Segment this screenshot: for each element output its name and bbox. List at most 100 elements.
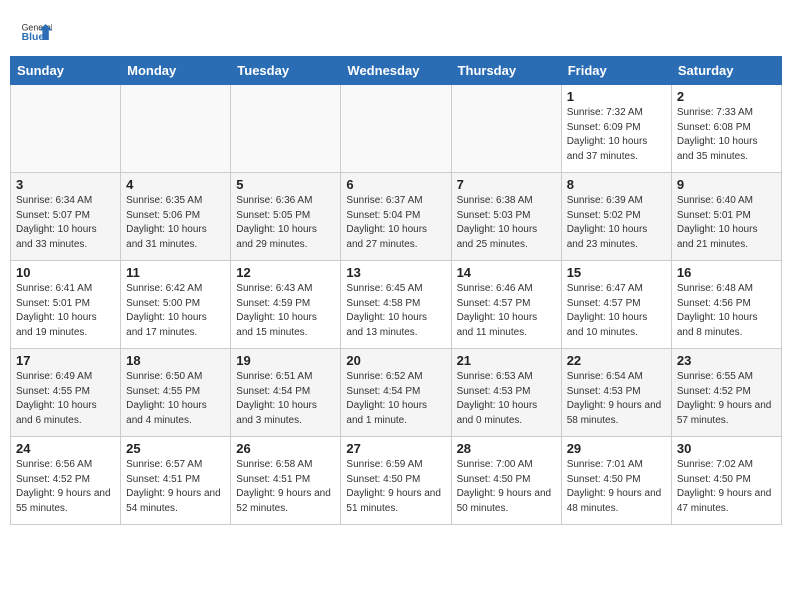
- day-number: 16: [677, 265, 776, 280]
- week-row-5: 24 Sunrise: 6:56 AM Sunset: 4:52 PM Dayli…: [11, 437, 782, 525]
- day-info: Sunrise: 6:35 AM Sunset: 5:06 PM Dayligh…: [126, 194, 225, 252]
- calendar-cell: 9 Sunrise: 6:40 AM Sunset: 5:01 PM Daylig…: [671, 173, 781, 261]
- day-info: Sunrise: 6:57 AM Sunset: 4:51 PM Dayligh…: [126, 458, 225, 516]
- day-info: Sunrise: 6:49 AM Sunset: 4:55 PM Dayligh…: [16, 370, 115, 428]
- day-header-wednesday: Wednesday: [341, 57, 451, 85]
- day-info: Sunrise: 6:43 AM Sunset: 4:59 PM Dayligh…: [236, 282, 335, 340]
- day-number: 14: [457, 265, 556, 280]
- calendar-cell: [11, 85, 121, 173]
- calendar-cell: 26 Sunrise: 6:58 AM Sunset: 4:51 PM Dayli…: [231, 437, 341, 525]
- day-info: Sunrise: 6:41 AM Sunset: 5:01 PM Dayligh…: [16, 282, 115, 340]
- day-header-tuesday: Tuesday: [231, 57, 341, 85]
- calendar-cell: [121, 85, 231, 173]
- day-number: 1: [567, 89, 666, 104]
- day-number: 27: [346, 441, 445, 456]
- calendar-cell: 14Sunrise: 6:46 AM Sunset: 4:57 PM Dayli…: [451, 261, 561, 349]
- day-info: Sunrise: 6:58 AM Sunset: 4:51 PM Dayligh…: [236, 458, 335, 516]
- day-number: 28: [457, 441, 556, 456]
- day-info: Sunrise: 6:55 AM Sunset: 4:52 PM Dayligh…: [677, 370, 776, 428]
- day-info: Sunrise: 6:37 AM Sunset: 5:04 PM Dayligh…: [346, 194, 445, 252]
- calendar-cell: [341, 85, 451, 173]
- day-info: Sunrise: 6:56 AM Sunset: 4:52 PM Dayligh…: [16, 458, 115, 516]
- day-header-thursday: Thursday: [451, 57, 561, 85]
- calendar-cell: 29Sunrise: 7:01 AM Sunset: 4:50 PM Dayli…: [561, 437, 671, 525]
- calendar-cell: [231, 85, 341, 173]
- calendar-cell: 8 Sunrise: 6:39 AM Sunset: 5:02 PM Daylig…: [561, 173, 671, 261]
- calendar-cell: 24 Sunrise: 6:56 AM Sunset: 4:52 PM Dayli…: [11, 437, 121, 525]
- calendar-wrapper: SundayMondayTuesdayWednesdayThursdayFrid…: [0, 56, 792, 535]
- day-info: Sunrise: 6:52 AM Sunset: 4:54 PM Dayligh…: [346, 370, 445, 428]
- calendar-cell: 28 Sunrise: 7:00 AM Sunset: 4:50 PM Dayli…: [451, 437, 561, 525]
- logo: General Blue: [20, 16, 52, 48]
- svg-text:Blue: Blue: [22, 32, 45, 43]
- day-info: Sunrise: 7:33 AM Sunset: 6:08 PM Dayligh…: [677, 106, 776, 164]
- day-number: 11: [126, 265, 225, 280]
- day-number: 10: [16, 265, 115, 280]
- calendar-cell: 10 Sunrise: 6:41 AM Sunset: 5:01 PM Dayli…: [11, 261, 121, 349]
- calendar-cell: 21 Sunrise: 6:53 AM Sunset: 4:53 PM Dayli…: [451, 349, 561, 437]
- day-header-sunday: Sunday: [11, 57, 121, 85]
- calendar-cell: 12 Sunrise: 6:43 AM Sunset: 4:59 PM Dayli…: [231, 261, 341, 349]
- day-number: 4: [126, 177, 225, 192]
- calendar-cell: 4 Sunrise: 6:35 AM Sunset: 5:06 PM Daylig…: [121, 173, 231, 261]
- day-info: Sunrise: 7:02 AM Sunset: 4:50 PM Dayligh…: [677, 458, 776, 516]
- calendar-cell: 1Sunrise: 7:32 AM Sunset: 6:09 PM Daylig…: [561, 85, 671, 173]
- logo-icon: General Blue: [20, 16, 52, 48]
- calendar-cell: [451, 85, 561, 173]
- day-number: 22: [567, 353, 666, 368]
- day-info: Sunrise: 6:36 AM Sunset: 5:05 PM Dayligh…: [236, 194, 335, 252]
- day-number: 19: [236, 353, 335, 368]
- day-number: 13: [346, 265, 445, 280]
- calendar-cell: 3Sunrise: 6:34 AM Sunset: 5:07 PM Daylig…: [11, 173, 121, 261]
- day-header-monday: Monday: [121, 57, 231, 85]
- day-number: 17: [16, 353, 115, 368]
- day-number: 15: [567, 265, 666, 280]
- week-row-2: 3Sunrise: 6:34 AM Sunset: 5:07 PM Daylig…: [11, 173, 782, 261]
- day-number: 2: [677, 89, 776, 104]
- day-number: 5: [236, 177, 335, 192]
- calendar-cell: 11 Sunrise: 6:42 AM Sunset: 5:00 PM Dayli…: [121, 261, 231, 349]
- day-info: Sunrise: 6:54 AM Sunset: 4:53 PM Dayligh…: [567, 370, 666, 428]
- calendar-cell: 15 Sunrise: 6:47 AM Sunset: 4:57 PM Dayli…: [561, 261, 671, 349]
- day-info: Sunrise: 6:50 AM Sunset: 4:55 PM Dayligh…: [126, 370, 225, 428]
- week-row-4: 17 Sunrise: 6:49 AM Sunset: 4:55 PM Dayli…: [11, 349, 782, 437]
- day-info: Sunrise: 6:53 AM Sunset: 4:53 PM Dayligh…: [457, 370, 556, 428]
- calendar-cell: 2 Sunrise: 7:33 AM Sunset: 6:08 PM Daylig…: [671, 85, 781, 173]
- calendar-cell: 16 Sunrise: 6:48 AM Sunset: 4:56 PM Dayli…: [671, 261, 781, 349]
- calendar-cell: 19Sunrise: 6:51 AM Sunset: 4:54 PM Dayli…: [231, 349, 341, 437]
- day-number: 24: [16, 441, 115, 456]
- day-number: 8: [567, 177, 666, 192]
- day-info: Sunrise: 6:38 AM Sunset: 5:03 PM Dayligh…: [457, 194, 556, 252]
- week-row-1: 1Sunrise: 7:32 AM Sunset: 6:09 PM Daylig…: [11, 85, 782, 173]
- day-number: 12: [236, 265, 335, 280]
- calendar-cell: 5 Sunrise: 6:36 AM Sunset: 5:05 PM Daylig…: [231, 173, 341, 261]
- day-info: Sunrise: 6:34 AM Sunset: 5:07 PM Dayligh…: [16, 194, 115, 252]
- day-info: Sunrise: 7:01 AM Sunset: 4:50 PM Dayligh…: [567, 458, 666, 516]
- calendar-cell: 30Sunrise: 7:02 AM Sunset: 4:50 PM Dayli…: [671, 437, 781, 525]
- day-info: Sunrise: 6:48 AM Sunset: 4:56 PM Dayligh…: [677, 282, 776, 340]
- day-number: 21: [457, 353, 556, 368]
- page-header: General Blue: [0, 0, 792, 56]
- day-info: Sunrise: 7:00 AM Sunset: 4:50 PM Dayligh…: [457, 458, 556, 516]
- day-info: Sunrise: 6:45 AM Sunset: 4:58 PM Dayligh…: [346, 282, 445, 340]
- day-info: Sunrise: 6:59 AM Sunset: 4:50 PM Dayligh…: [346, 458, 445, 516]
- day-info: Sunrise: 6:39 AM Sunset: 5:02 PM Dayligh…: [567, 194, 666, 252]
- day-number: 26: [236, 441, 335, 456]
- calendar-cell: 6 Sunrise: 6:37 AM Sunset: 5:04 PM Daylig…: [341, 173, 451, 261]
- day-number: 9: [677, 177, 776, 192]
- day-info: Sunrise: 6:42 AM Sunset: 5:00 PM Dayligh…: [126, 282, 225, 340]
- day-number: 18: [126, 353, 225, 368]
- calendar-cell: 20 Sunrise: 6:52 AM Sunset: 4:54 PM Dayli…: [341, 349, 451, 437]
- day-header-friday: Friday: [561, 57, 671, 85]
- day-number: 6: [346, 177, 445, 192]
- calendar-cell: 22 Sunrise: 6:54 AM Sunset: 4:53 PM Dayli…: [561, 349, 671, 437]
- calendar-cell: 18 Sunrise: 6:50 AM Sunset: 4:55 PM Dayli…: [121, 349, 231, 437]
- calendar-cell: 23Sunrise: 6:55 AM Sunset: 4:52 PM Dayli…: [671, 349, 781, 437]
- calendar: SundayMondayTuesdayWednesdayThursdayFrid…: [10, 56, 782, 525]
- day-info: Sunrise: 6:40 AM Sunset: 5:01 PM Dayligh…: [677, 194, 776, 252]
- day-number: 20: [346, 353, 445, 368]
- day-info: Sunrise: 6:47 AM Sunset: 4:57 PM Dayligh…: [567, 282, 666, 340]
- calendar-cell: 25Sunrise: 6:57 AM Sunset: 4:51 PM Dayli…: [121, 437, 231, 525]
- week-row-3: 10 Sunrise: 6:41 AM Sunset: 5:01 PM Dayli…: [11, 261, 782, 349]
- calendar-header-row: SundayMondayTuesdayWednesdayThursdayFrid…: [11, 57, 782, 85]
